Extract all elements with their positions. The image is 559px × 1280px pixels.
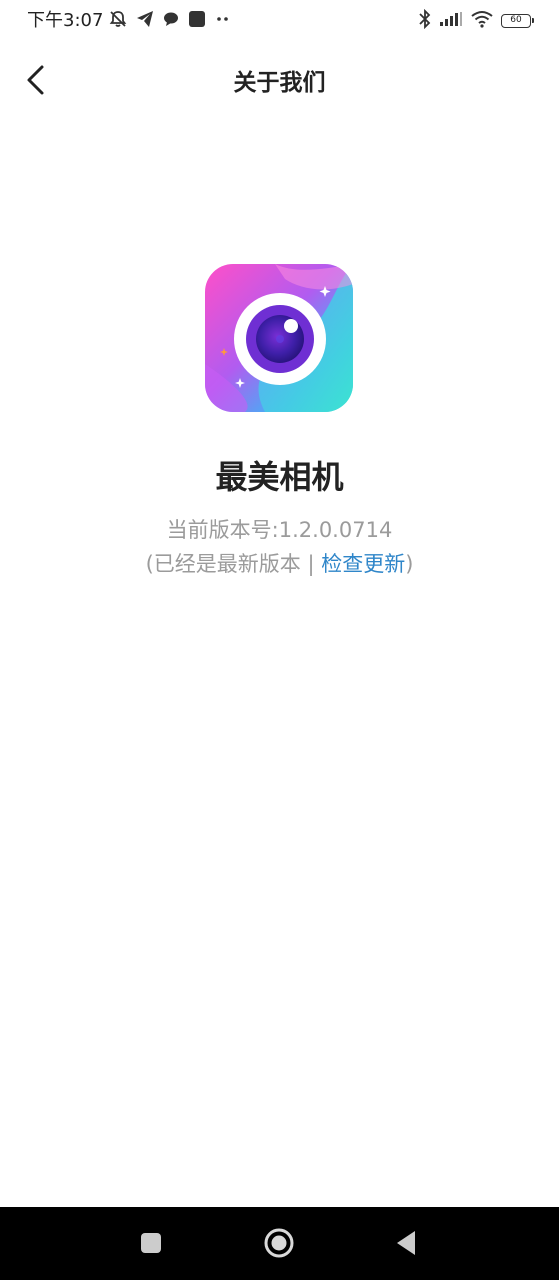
- about-us-screen: 下午3:07 60 关于我们 最美相机 当前版本号:1.2.0.0714 (已经…: [0, 0, 559, 1280]
- page-header: 关于我们: [0, 52, 559, 112]
- page-title: 关于我们: [233, 70, 326, 96]
- app-logo-icon: [205, 264, 353, 412]
- app-square-icon: [188, 10, 206, 32]
- battery-icon: 60: [501, 14, 534, 28]
- recents-square-icon: [139, 1231, 163, 1259]
- version-label: 当前版本号:1.2.0.0714: [166, 518, 393, 542]
- system-nav-bar: [0, 1207, 559, 1280]
- system-icons: 60: [418, 8, 534, 33]
- signal-icon: [439, 11, 463, 31]
- mute-icon: [108, 9, 128, 33]
- bluetooth-icon: [418, 8, 432, 33]
- notification-icons: [108, 9, 232, 33]
- home-button[interactable]: [259, 1225, 299, 1265]
- app-name: 最美相机: [215, 458, 344, 496]
- back-nav-button[interactable]: [386, 1225, 426, 1265]
- home-circle-icon: [263, 1227, 295, 1263]
- status-time: 下午3:07: [27, 10, 104, 31]
- update-status: (已经是最新版本 | 检查更新): [0, 550, 559, 578]
- back-triangle-icon: [394, 1229, 418, 1261]
- update-status-suffix: ): [405, 552, 414, 576]
- check-update-link[interactable]: 检查更新: [321, 552, 405, 576]
- wifi-icon: [470, 10, 494, 32]
- chat-bubble-icon: [162, 10, 180, 32]
- status-bar: 下午3:07 60: [0, 0, 559, 42]
- more-dots-icon: [214, 10, 232, 32]
- recents-button[interactable]: [131, 1225, 171, 1265]
- update-status-prefix: (已经是最新版本 |: [145, 552, 322, 576]
- telegram-icon: [136, 10, 154, 32]
